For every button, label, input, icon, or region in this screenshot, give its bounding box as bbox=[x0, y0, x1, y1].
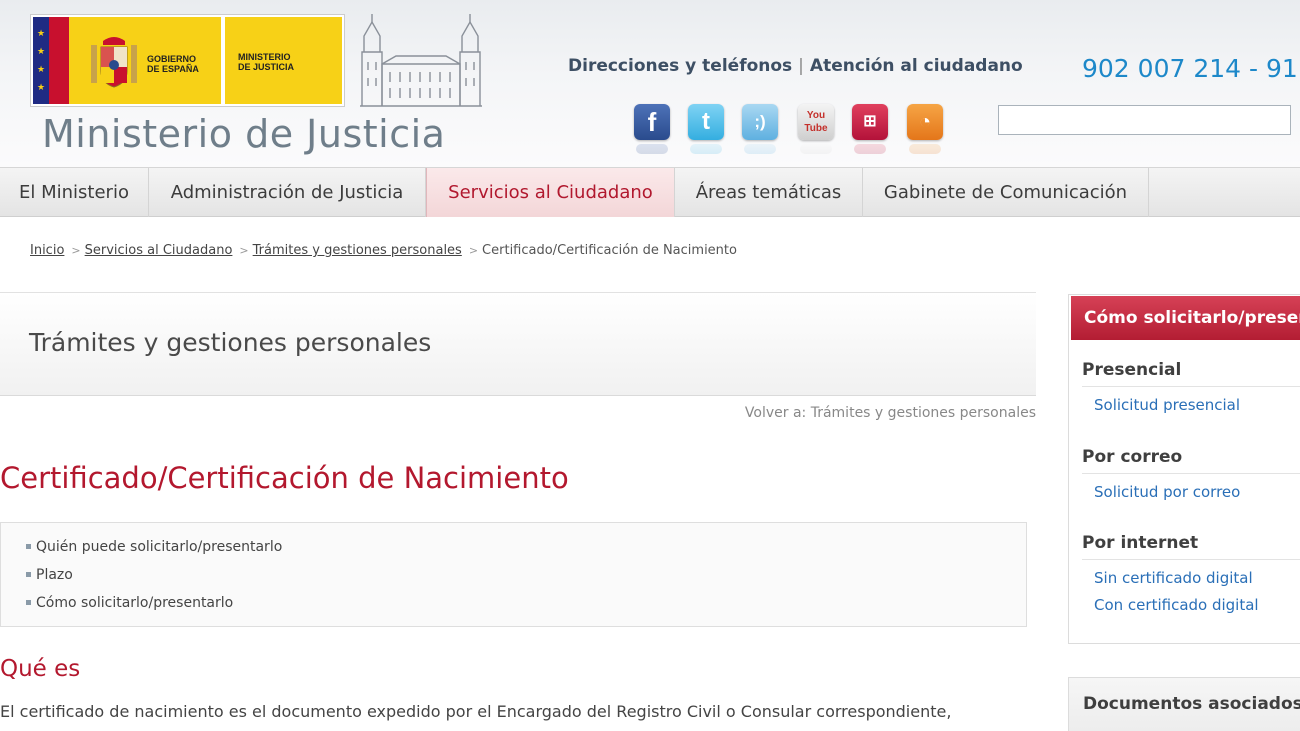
documentos-asociados-header[interactable]: Documentos asociados bbox=[1083, 694, 1300, 714]
toc-item-quien-puede[interactable]: Quién puede solicitarlo/presentarlo bbox=[26, 539, 282, 555]
youtube-icon[interactable]: You Tube bbox=[798, 104, 834, 154]
nav-servicios-al-ciudadano[interactable]: Servicios al Ciudadano bbox=[426, 168, 675, 217]
phone-number: 902 007 214 - 91 bbox=[1082, 54, 1298, 83]
government-logo[interactable]: ★ ★ ★ ★ GOBIERNO DE ESPAÑA MINISTERIO DE JU… bbox=[30, 14, 345, 107]
tuenti-icon[interactable]: ;) bbox=[742, 104, 778, 154]
section-header: Trámites y gestiones personales bbox=[0, 292, 1036, 396]
nav-administracion-de-justicia[interactable]: Administración de Justicia bbox=[149, 168, 426, 217]
divider bbox=[1082, 473, 1300, 474]
main-nav: El Ministerio Administración de Justicia… bbox=[0, 167, 1300, 217]
direcciones-link[interactable]: Direcciones y teléfonos bbox=[568, 56, 792, 76]
eu-stars-icon: ★ ★ ★ ★ bbox=[36, 29, 46, 93]
coat-of-arms-icon bbox=[91, 37, 137, 88]
que-es-heading: Qué es bbox=[0, 656, 81, 682]
breadcrumb-separator: > bbox=[468, 244, 479, 257]
sidebar-header: Cómo solicitarlo/presentarlo bbox=[1071, 296, 1300, 340]
solicitud-presencial-link[interactable]: Solicitud presencial bbox=[1094, 396, 1240, 414]
toc-item-plazo[interactable]: Plazo bbox=[26, 567, 73, 583]
breadcrumb-tramites[interactable]: Trámites y gestiones personales bbox=[253, 243, 462, 258]
divider bbox=[1082, 559, 1300, 560]
solicitud-por-correo-link[interactable]: Solicitud por correo bbox=[1094, 483, 1240, 501]
breadcrumb-servicios[interactable]: Servicios al Ciudadano bbox=[85, 243, 233, 258]
ministerio-label: MINISTERIO DE JUSTICIA bbox=[238, 52, 295, 72]
building-icon bbox=[360, 14, 482, 107]
nav-gabinete-de-comunicacion[interactable]: Gabinete de Comunicación bbox=[863, 168, 1149, 217]
toc-item-como-solicitarlo[interactable]: Cómo solicitarlo/presentarlo bbox=[26, 595, 233, 611]
sidebar-section-por-correo: Por correo bbox=[1082, 447, 1183, 467]
breadcrumb: Inicio > Servicios al Ciudadano > Trámites y… bbox=[30, 243, 737, 258]
sin-certificado-digital-link[interactable]: Sin certificado digital bbox=[1094, 569, 1253, 587]
atencion-link[interactable]: Atención al ciudadano bbox=[810, 56, 1023, 76]
site-title[interactable]: Ministerio de Justicia bbox=[42, 112, 445, 156]
table-of-contents: Quién puede solicitarlo/presentarlo Plaz… bbox=[0, 522, 1027, 627]
gobierno-label: GOBIERNO DE ESPAÑA bbox=[147, 54, 199, 74]
sidebar-section-presencial: Presencial bbox=[1082, 360, 1182, 380]
divider bbox=[1082, 386, 1300, 387]
breadcrumb-inicio[interactable]: Inicio bbox=[30, 243, 64, 258]
top-links-separator: | bbox=[798, 56, 804, 76]
spain-flag-block: ★ ★ ★ ★ GOBIERNO DE ESPAÑA bbox=[33, 17, 221, 104]
search-input[interactable] bbox=[998, 105, 1291, 135]
nav-areas-tematicas[interactable]: Áreas temáticas bbox=[675, 168, 863, 217]
top-links: Direcciones y teléfonos | Atención al ciud… bbox=[568, 56, 1023, 76]
section-title: Trámites y gestiones personales bbox=[29, 328, 432, 357]
spain-flag-strip bbox=[49, 17, 69, 104]
rss-icon[interactable]: ◔ bbox=[907, 104, 943, 154]
page-title: Certificado/Certificación de Nacimiento bbox=[0, 461, 569, 495]
ministerio-block: MINISTERIO DE JUSTICIA bbox=[223, 17, 342, 104]
twitter-icon[interactable]: t bbox=[688, 104, 724, 154]
breadcrumb-separator: > bbox=[71, 244, 81, 257]
site-header: ★ ★ ★ ★ GOBIERNO DE ESPAÑA MINISTERIO DE JU… bbox=[0, 0, 1300, 167]
sitemap-icon[interactable]: ⊞ bbox=[852, 104, 888, 154]
documentos-asociados-panel: Documentos asociados bbox=[1068, 677, 1300, 731]
con-certificado-digital-link[interactable]: Con certificado digital bbox=[1094, 596, 1259, 614]
nav-el-ministerio[interactable]: El Ministerio bbox=[0, 168, 149, 217]
como-solicitarlo-panel: Cómo solicitarlo/presentarlo Presencial … bbox=[1068, 294, 1300, 644]
sidebar-section-por-internet: Por internet bbox=[1082, 533, 1199, 553]
facebook-icon[interactable]: f bbox=[634, 104, 670, 154]
breadcrumb-separator: > bbox=[239, 244, 249, 257]
volver-link[interactable]: Volver a: Trámites y gestiones personale… bbox=[745, 405, 1036, 421]
breadcrumb-current: Certificado/Certificación de Nacimiento bbox=[482, 243, 737, 258]
description-paragraph: El certificado de nacimiento es el docum… bbox=[0, 702, 952, 721]
